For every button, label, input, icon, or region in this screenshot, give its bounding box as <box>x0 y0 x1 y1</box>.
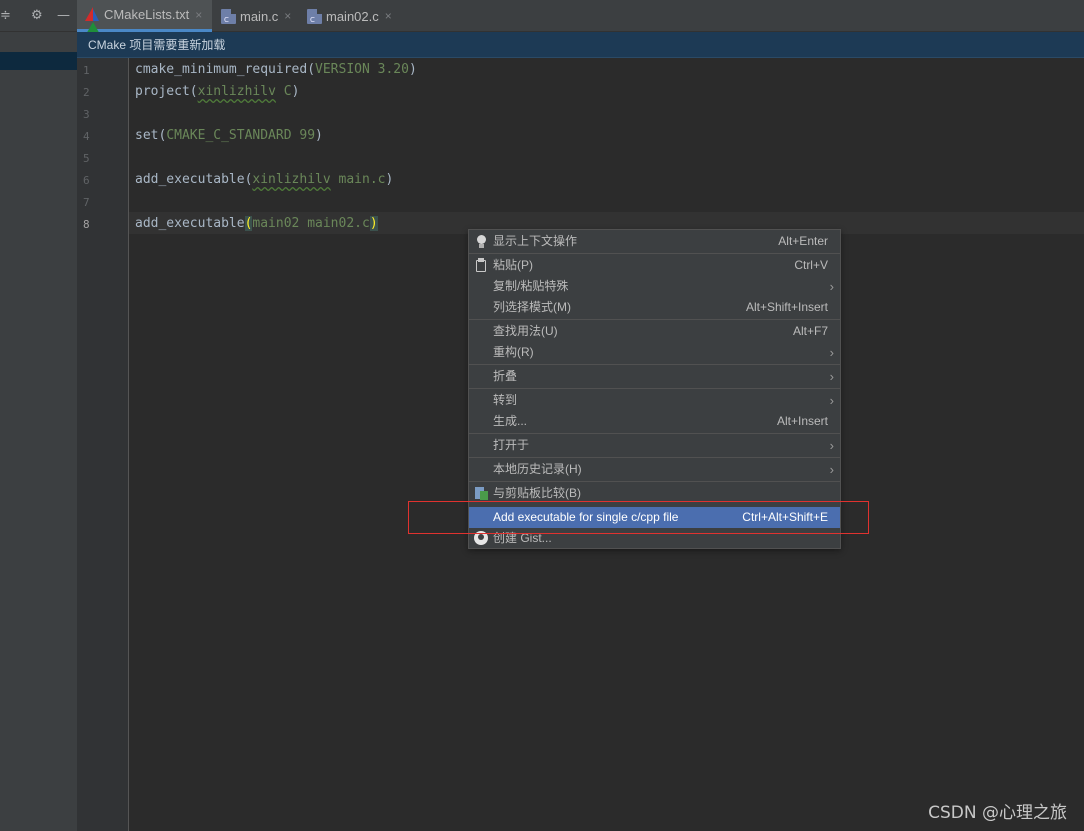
left-toolbar: ≑ ⚙ — <box>0 0 77 32</box>
tab-label: CMakeLists.txt <box>104 7 190 22</box>
watermark: CSDN @心理之旅 <box>928 803 1067 823</box>
menu-item-local-history[interactable]: 本地历史记录(H) › <box>469 459 840 480</box>
menu-item-generate[interactable]: 生成... Alt+Insert <box>469 411 840 432</box>
editor-tab-bar: CMakeLists.txt × C main.c × C main02.c × <box>77 0 1084 36</box>
tab-main-c[interactable]: C main.c × <box>213 0 299 32</box>
line-number: 2 <box>83 86 90 99</box>
chevron-right-icon: › <box>829 369 834 384</box>
menu-item-find-usages[interactable]: 查找用法(U) Alt+F7 <box>469 321 840 342</box>
line-number: 5 <box>83 152 90 165</box>
line-number: 4 <box>83 130 90 143</box>
line-number: 6 <box>83 174 90 187</box>
chevron-right-icon: › <box>829 345 834 360</box>
close-icon[interactable]: × <box>385 9 392 23</box>
menu-item-show-context-actions[interactable]: 显示上下文操作 Alt+Enter <box>469 231 840 252</box>
menu-separator <box>469 319 840 320</box>
chevron-right-icon: › <box>829 393 834 408</box>
menu-item-refactor[interactable]: 重构(R) › <box>469 342 840 363</box>
chevron-right-icon: › <box>829 462 834 477</box>
close-icon[interactable]: × <box>284 9 291 23</box>
line-number: 1 <box>83 64 90 77</box>
menu-item-goto[interactable]: 转到 › <box>469 390 840 411</box>
menu-separator <box>469 481 840 482</box>
compare-clipboard-icon <box>474 486 488 501</box>
code-line[interactable]: set(CMAKE_C_STANDARD 99) <box>135 128 323 143</box>
close-icon[interactable]: × <box>195 8 202 22</box>
menu-item-open-in[interactable]: 打开于 › <box>469 435 840 456</box>
chevron-right-icon: › <box>829 438 834 453</box>
menu-separator <box>469 433 840 434</box>
menu-separator <box>469 388 840 389</box>
c-file-icon: C <box>307 8 322 24</box>
gear-icon[interactable]: ⚙ <box>31 9 43 23</box>
chevron-right-icon: › <box>829 279 834 294</box>
code-line[interactable]: project(xinlizhilv C) <box>135 84 299 99</box>
line-number-gutter: 1 2 3 4 5 6 7 8 <box>77 58 129 831</box>
menu-item-copy-paste-special[interactable]: 复制/粘贴特殊 › <box>469 276 840 297</box>
project-tree-selected-row[interactable] <box>0 52 77 70</box>
line-number: 3 <box>83 108 90 121</box>
clipboard-icon <box>474 258 488 273</box>
tab-label: main02.c <box>326 8 379 24</box>
code-line-current[interactable]: add_executable(main02 main02.c) <box>135 216 378 231</box>
lightbulb-icon <box>474 234 488 249</box>
menu-separator <box>469 364 840 365</box>
line-number-current: 8 <box>83 218 90 231</box>
code-line[interactable]: cmake_minimum_required(VERSION 3.20) <box>135 62 417 77</box>
collapse-icon[interactable]: ≑ <box>0 9 11 23</box>
tab-main02-c[interactable]: C main02.c × <box>299 0 399 32</box>
line-number: 7 <box>83 196 90 209</box>
minimize-icon[interactable]: — <box>57 9 70 23</box>
annotation-highlight-box <box>408 501 869 534</box>
menu-item-folding[interactable]: 折叠 › <box>469 366 840 387</box>
c-file-icon: C <box>221 8 236 24</box>
menu-item-paste[interactable]: 粘贴(P) Ctrl+V <box>469 255 840 276</box>
cmake-icon <box>85 7 101 36</box>
tab-label: main.c <box>240 8 279 24</box>
cmake-reload-notification[interactable]: CMake 项目需要重新加载 <box>77 32 1084 58</box>
menu-separator <box>469 253 840 254</box>
menu-separator <box>469 457 840 458</box>
tab-cmakelists[interactable]: CMakeLists.txt × <box>77 0 212 36</box>
menu-item-column-selection[interactable]: 列选择模式(M) Alt+Shift+Insert <box>469 297 840 318</box>
code-line[interactable]: add_executable(xinlizhilv main.c) <box>135 172 393 187</box>
left-tool-panel: ≑ ⚙ — <box>0 0 77 831</box>
